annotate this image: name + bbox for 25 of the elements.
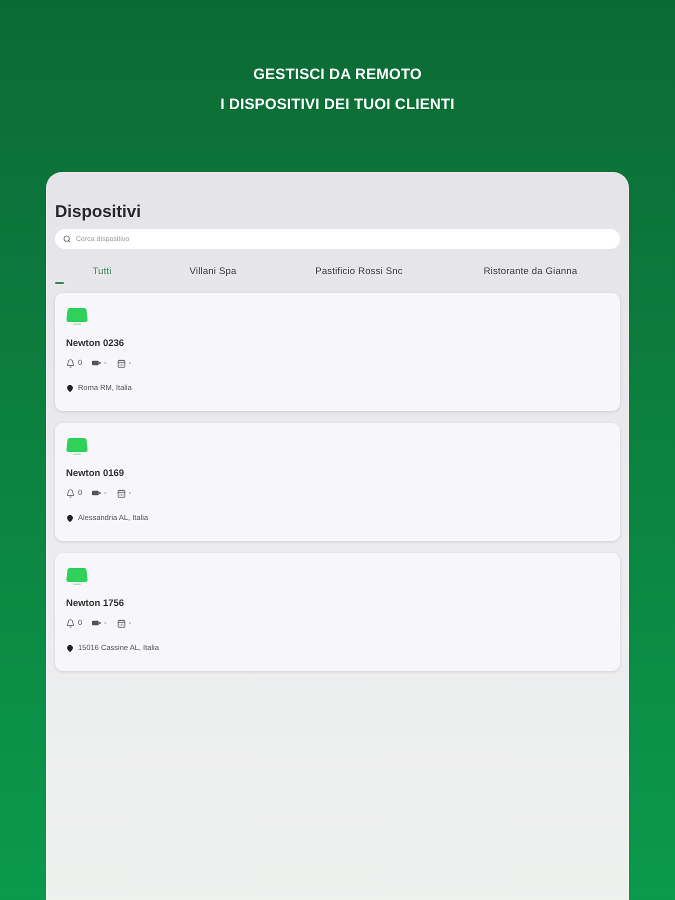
page-title: Dispositivi xyxy=(55,202,141,222)
location-pin-icon xyxy=(66,384,74,392)
device-icon xyxy=(66,567,88,586)
device-name: Newton 1756 xyxy=(66,598,124,610)
filter-tab[interactable]: Pastificio Rossi Snc xyxy=(277,262,441,284)
location-pin-icon xyxy=(66,644,74,652)
search-icon xyxy=(63,235,71,243)
calendar-icon xyxy=(116,358,126,368)
calendar-icon xyxy=(116,618,126,628)
battery-icon xyxy=(92,490,102,496)
calendar-icon xyxy=(116,488,126,498)
battery-icon xyxy=(92,620,102,626)
location-pin-icon xyxy=(66,514,74,522)
bell-icon xyxy=(66,488,75,498)
device-name: Newton 0236 xyxy=(66,338,124,350)
bell-icon xyxy=(66,618,75,628)
device-name: Newton 0169 xyxy=(66,468,124,480)
device-icon xyxy=(66,307,88,326)
banner-heading: GESTISCI DA REMOTO xyxy=(253,66,422,84)
filter-tab[interactable]: Villani Spa xyxy=(149,262,277,284)
bell-icon xyxy=(66,358,75,368)
filter-tab[interactable]: Ristorante da Gianna xyxy=(441,262,620,284)
device-icon xyxy=(66,437,88,456)
battery-icon xyxy=(92,360,102,366)
banner-heading: I DISPOSITIVI DEI TUOI CLIENTI xyxy=(220,96,455,114)
